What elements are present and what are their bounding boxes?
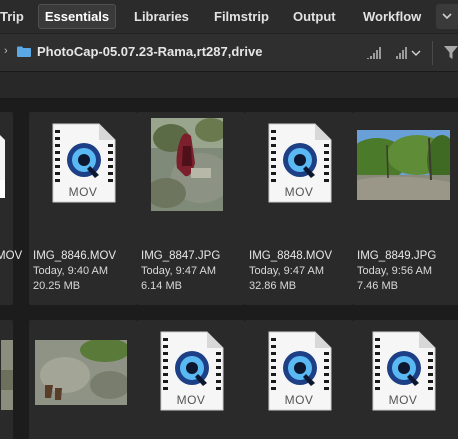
tab-trip[interactable]: Trip (0, 4, 24, 29)
thumbnail-cell[interactable]: MOV (245, 320, 353, 439)
thumbnail-cell[interactable]: MOV IMG_8846.MOV Today, 9:40 AM 20.25 MB (29, 112, 137, 305)
file-name: IMG_8848.MOV (249, 250, 333, 262)
thumbnail-cell[interactable] (0, 320, 13, 439)
tab-workflow[interactable]: Workflow (363, 4, 421, 29)
file-name: IMG_8846.MOV (33, 250, 117, 262)
sort-menu-icon[interactable] (392, 45, 424, 61)
toolbar-divider (432, 41, 433, 65)
thumbnail: MOV (245, 112, 353, 237)
thumbnail-cell[interactable]: MOV (137, 320, 245, 439)
file-size: 6.14 MB (141, 280, 182, 292)
tab-output[interactable]: Output (293, 4, 336, 29)
photo-preview (151, 118, 223, 211)
file-name: MOV (0, 250, 23, 262)
thumbnail: MOV (29, 112, 137, 237)
file-date: Today, 9:47 AM (249, 265, 325, 277)
path-bar: › PhotoCap-05.07.23-Rama,rt287,drive (0, 33, 458, 71)
thumbnail-cell[interactable]: MOV (0, 112, 22, 305)
tab-essentials[interactable]: Essentials (38, 4, 116, 29)
workspace-more-button[interactable] (436, 4, 458, 29)
tab-libraries[interactable]: Libraries (134, 4, 189, 29)
sort-descending-icon[interactable] (366, 45, 384, 61)
file-size: 7.46 MB (357, 280, 398, 292)
content-grid: MOV MOV IMG_8846.MOV Today, 9:40 AM 20.2… (0, 99, 458, 439)
thumbnail (353, 112, 458, 237)
file-type-badge: MOV (284, 393, 314, 407)
quicktime-icon (0, 135, 5, 198)
file-size: 20.25 MB (33, 280, 81, 292)
path-chevron-icon[interactable]: › (4, 45, 8, 57)
file-date: Today, 9:47 AM (141, 265, 217, 277)
file-type-badge: MOV (388, 393, 418, 407)
thumbnail (0, 112, 13, 237)
tab-filmstrip[interactable]: Filmstrip (214, 4, 269, 29)
file-date: Today, 9:40 AM (33, 265, 109, 277)
workspace-tabbar: Trip Essentials Libraries Filmstrip Outp… (0, 0, 458, 33)
thumbnail-cell[interactable]: MOV (353, 320, 458, 439)
thumbnail-cell[interactable]: IMG_8849.JPG Today, 9:56 AM 7.46 MB (353, 112, 458, 305)
file-type-badge: MOV (284, 185, 314, 199)
file-type-badge: MOV (176, 393, 206, 407)
photo-preview (1, 340, 13, 410)
file-type-badge: MOV (68, 185, 98, 199)
file-date: Today, 9:56 AM (357, 265, 433, 277)
chevron-down-icon (442, 13, 452, 20)
thumbnail-cell[interactable]: MOV IMG_8848.MOV Today, 9:47 AM 32.86 MB (245, 112, 353, 305)
file-name: IMG_8847.JPG (141, 250, 221, 262)
photo-preview (35, 340, 127, 405)
content-toolbar (0, 71, 458, 99)
folder-icon (17, 46, 31, 57)
thumbnail-cell[interactable] (29, 320, 137, 439)
file-size: 32.86 MB (249, 280, 297, 292)
thumbnail-cell[interactable]: IMG_8847.JPG Today, 9:47 AM 6.14 MB (137, 112, 245, 305)
breadcrumb-folder[interactable]: PhotoCap-05.07.23-Rama,rt287,drive (37, 44, 262, 59)
photo-preview (357, 130, 450, 200)
filter-icon[interactable] (444, 45, 458, 61)
thumbnail (137, 112, 245, 237)
file-name: IMG_8849.JPG (357, 250, 437, 262)
